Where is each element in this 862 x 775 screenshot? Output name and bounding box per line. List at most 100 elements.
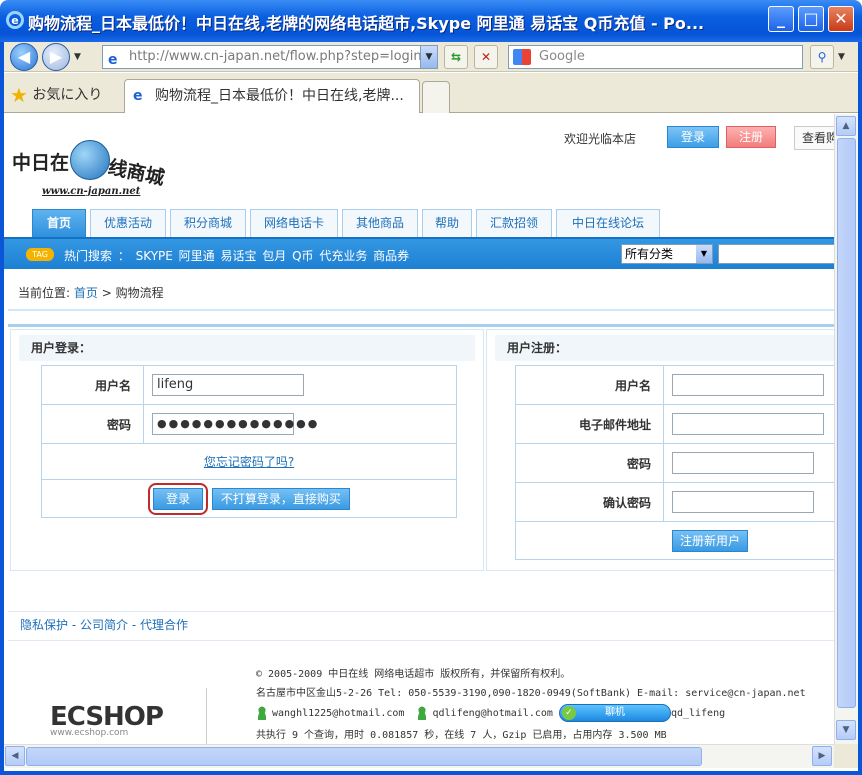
hot-search-text[interactable]: 热门搜索 ： SKYPE 阿里通 易话宝 包月 Q币 代充业务 商品券 <box>64 247 409 264</box>
divider <box>8 640 834 641</box>
ie-icon: e <box>6 11 24 29</box>
hot-search-bar: TAG 热门搜索 ： SKYPE 阿里通 易话宝 包月 Q币 代充业务 商品券 … <box>4 237 834 269</box>
main-nav: 首页 优惠活动 积分商城 网络电话卡 其他商品 帮助 汇款招领 中日在线论坛 <box>4 209 834 237</box>
register-submit-button[interactable]: 注册新用户 <box>672 529 748 552</box>
favorites-bar: ★ お気に入り e 购物流程_日本最低价！中日在线,老牌... <box>4 73 858 113</box>
horizontal-scroll-thumb[interactable] <box>26 747 702 766</box>
footer-separator: - <box>131 618 137 632</box>
search-input[interactable]: Google <box>508 45 803 69</box>
msn-contact-2[interactable]: qdlifeng@hotmail.com <box>432 708 552 719</box>
favorites-label: お気に入り <box>32 87 103 103</box>
check-icon: ✓ <box>561 706 576 720</box>
reg-password-label: 密码 <box>515 443 664 483</box>
stop-icon[interactable]: ✕ <box>474 45 498 69</box>
logo-text-right: 线商城 <box>106 156 167 190</box>
header-login-button[interactable]: 登录 <box>667 126 719 148</box>
category-select[interactable]: 所有分类 ▼ <box>621 244 713 264</box>
footer-link-privacy[interactable]: 隐私保护 <box>20 618 68 632</box>
contact-line: wanghl1225@hotmail.com qdlifeng@hotmail.… <box>256 704 725 722</box>
msn-contact-1[interactable]: wanghl1225@hotmail.com <box>272 708 404 719</box>
title-bar: e 购物流程_日本最低价！中日在线,老牌的网络电话超市,Skype 阿里通 易话… <box>0 0 862 42</box>
nav-remittance[interactable]: 汇款招领 <box>476 209 552 237</box>
reg-confirm-input[interactable] <box>672 491 814 513</box>
star-icon: ★ <box>10 83 28 107</box>
vertical-scroll-thumb[interactable] <box>837 138 856 708</box>
address-text: 名古屋市中区金山5-2-26 Tel: 050-5539-3190,090-18… <box>256 688 806 699</box>
login-heading: 用户登录： <box>19 335 475 361</box>
address-bar[interactable]: e http://www.cn-japan.net/flow.php?step=… <box>102 45 436 69</box>
ecshop-url: www.ecshop.com <box>50 728 129 738</box>
footer-links: 隐私保护 - 公司简介 - 代理合作 <box>20 616 188 633</box>
register-form: 用户名 电子邮件地址 密码 确认密码 注册新用户 <box>515 365 834 560</box>
reg-confirm-label: 确认密码 <box>515 482 664 522</box>
divider <box>8 611 834 612</box>
breadcrumb: 当前位置: 首页 > 购物流程 <box>18 284 164 301</box>
back-button[interactable]: ◀ <box>10 43 38 71</box>
nav-promotions[interactable]: 优惠活动 <box>90 209 166 237</box>
reg-username-label: 用户名 <box>515 365 664 405</box>
nav-help[interactable]: 帮助 <box>422 209 472 237</box>
breadcrumb-home-link[interactable]: 首页 <box>74 286 98 300</box>
google-icon <box>513 49 531 65</box>
skip-login-button[interactable]: 不打算登录，直接购买 <box>211 487 350 510</box>
window-frame-bottom <box>0 771 862 775</box>
logo-url: www.cn-japan.net <box>42 186 141 197</box>
logo-text-left: 中日在 <box>12 152 70 174</box>
login-username-input[interactable]: lifeng <box>152 374 304 396</box>
reg-email-input[interactable] <box>672 413 824 435</box>
nav-home[interactable]: 首页 <box>32 209 86 237</box>
maximize-button[interactable]: □ <box>798 6 824 32</box>
msn-icon <box>256 706 268 720</box>
browser-tab[interactable]: e 购物流程_日本最低价！中日在线,老牌... <box>124 79 420 113</box>
copyright-text: © 2005-2009 中日在线 网络电话超市 版权所有，并保留所有权利。 <box>256 669 571 680</box>
minimize-button[interactable]: _ <box>768 6 794 32</box>
window-title: 购物流程_日本最低价！中日在线,老牌的网络电话超市,Skype 阿里通 易话宝 … <box>28 14 705 33</box>
horizontal-scrollbar[interactable]: ◀ ▶ <box>4 744 834 768</box>
close-button[interactable]: ✕ <box>828 6 854 32</box>
ie-tab-icon: e <box>133 88 143 104</box>
nav-phone-cards[interactable]: 网络电话卡 <box>250 209 338 237</box>
site-search-input[interactable] <box>718 244 834 264</box>
vertical-scrollbar[interactable]: ▲ ▼ <box>834 114 858 744</box>
reg-password-input[interactable] <box>672 452 814 474</box>
footer-link-partner[interactable]: 代理合作 <box>140 618 188 632</box>
tag-icon: TAG <box>26 248 54 261</box>
scroll-right-icon[interactable]: ▶ <box>812 746 832 766</box>
scroll-down-icon[interactable]: ▼ <box>836 720 856 740</box>
search-icon[interactable]: ⚲ <box>810 45 834 69</box>
nav-other-products[interactable]: 其他商品 <box>342 209 418 237</box>
footer-separator: - <box>71 618 77 632</box>
register-panel: 用户注册： 用户名 电子邮件地址 密码 确认密码 注册新用户 <box>486 329 834 571</box>
address-dropdown-icon[interactable]: ▼ <box>420 45 438 69</box>
tab-title: 购物流程_日本最低价！中日在线,老牌... <box>155 88 404 104</box>
scroll-left-icon[interactable]: ◀ <box>5 746 25 766</box>
login-submit-button[interactable]: 登录 <box>153 487 204 510</box>
nav-points-mall[interactable]: 积分商城 <box>170 209 246 237</box>
page-content: 中日在 线商城 www.cn-japan.net 欢迎光临本店 登录 注册 查看… <box>4 114 834 744</box>
window-frame-right <box>858 42 862 775</box>
reg-username-input[interactable] <box>672 374 824 396</box>
msn-icon <box>416 706 429 720</box>
forward-button[interactable]: ▶ <box>42 43 70 71</box>
refresh-icon[interactable]: ⇆ <box>444 45 468 69</box>
welcome-text: 欢迎光临本店 <box>564 132 637 146</box>
scroll-up-icon[interactable]: ▲ <box>836 116 856 136</box>
login-password-input[interactable]: ●●●●●●●●●●●●●● <box>152 413 317 435</box>
nav-forum[interactable]: 中日在线论坛 <box>556 209 660 237</box>
browser-toolbar: ◀ ▶ ▼ e http://www.cn-japan.net/flow.php… <box>4 42 858 72</box>
search-options-icon[interactable]: ▼ <box>838 52 845 62</box>
divider <box>8 324 834 327</box>
stats-text: 共执行 9 个查询，用时 0.081857 秒，在线 7 人，Gzip 已启用，… <box>256 730 667 741</box>
forgot-password-link[interactable]: 您忘记密码了吗? <box>204 455 294 469</box>
footer-link-about[interactable]: 公司简介 <box>80 618 128 632</box>
register-heading: 用户注册： <box>495 335 834 361</box>
chat-button[interactable]: ✓ 聊机 <box>558 704 671 722</box>
favorites-button[interactable]: ★ お気に入り <box>10 83 102 107</box>
new-tab-button[interactable] <box>422 81 450 113</box>
address-text: http://www.cn-japan.net/flow.php?step=lo… <box>129 49 422 64</box>
qq-contact[interactable]: qd_lifeng <box>671 708 725 719</box>
view-cart-button[interactable]: 查看购物车 <box>794 126 834 150</box>
history-dropdown-icon[interactable]: ▼ <box>74 52 81 62</box>
site-logo[interactable]: 中日在 线商城 www.cn-japan.net <box>12 128 182 197</box>
header-register-button[interactable]: 注册 <box>726 126 776 148</box>
